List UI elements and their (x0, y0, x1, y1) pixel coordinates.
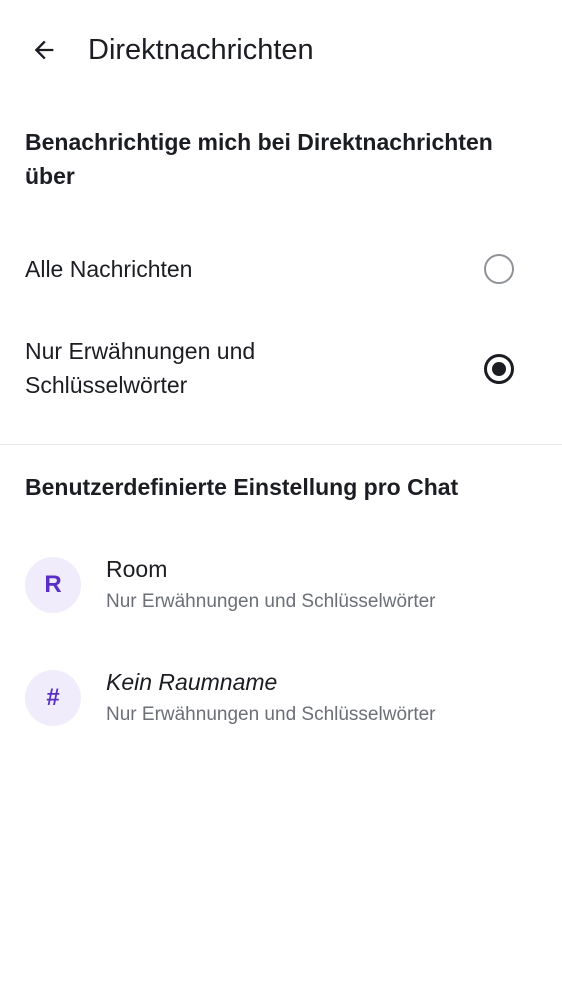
option-label: Nur Erwähnungen und Schlüsselwörter (25, 338, 256, 398)
page-title: Direktnachrichten (88, 34, 314, 66)
radio-unselected[interactable] (484, 254, 514, 284)
section-divider (0, 444, 562, 445)
option-all-messages[interactable]: Alle Nachrichten (0, 240, 562, 300)
chat-name: Kein Raumname (106, 669, 278, 695)
option-mentions-keywords[interactable]: Nur Erwähnungen und Schlüsselwörter (0, 330, 562, 410)
chat-setting: Nur Erwähnungen und Schlüsselwörter (106, 704, 436, 725)
notify-section-heading: Benachrichtige mich bei Direktnachrichte… (25, 129, 493, 189)
custom-section-heading: Benutzerdefinierte Einstellung pro Chat (25, 474, 459, 500)
avatar: # (25, 670, 81, 726)
avatar: R (25, 557, 81, 613)
top-app-bar: Direktnachrichten (0, 0, 562, 100)
chat-name: Room (106, 556, 168, 582)
chat-item-unnamed[interactable]: # Kein Raumname Nur Erwähnungen und Schl… (0, 658, 562, 738)
arrow-left-icon (34, 40, 54, 60)
chat-setting: Nur Erwähnungen und Schlüsselwörter (106, 591, 436, 612)
chat-item-room[interactable]: R Room Nur Erwähnungen und Schlüsselwört… (0, 545, 562, 625)
radio-selected[interactable] (484, 354, 514, 384)
option-label: Alle Nachrichten (25, 256, 193, 282)
back-button[interactable] (22, 28, 66, 72)
